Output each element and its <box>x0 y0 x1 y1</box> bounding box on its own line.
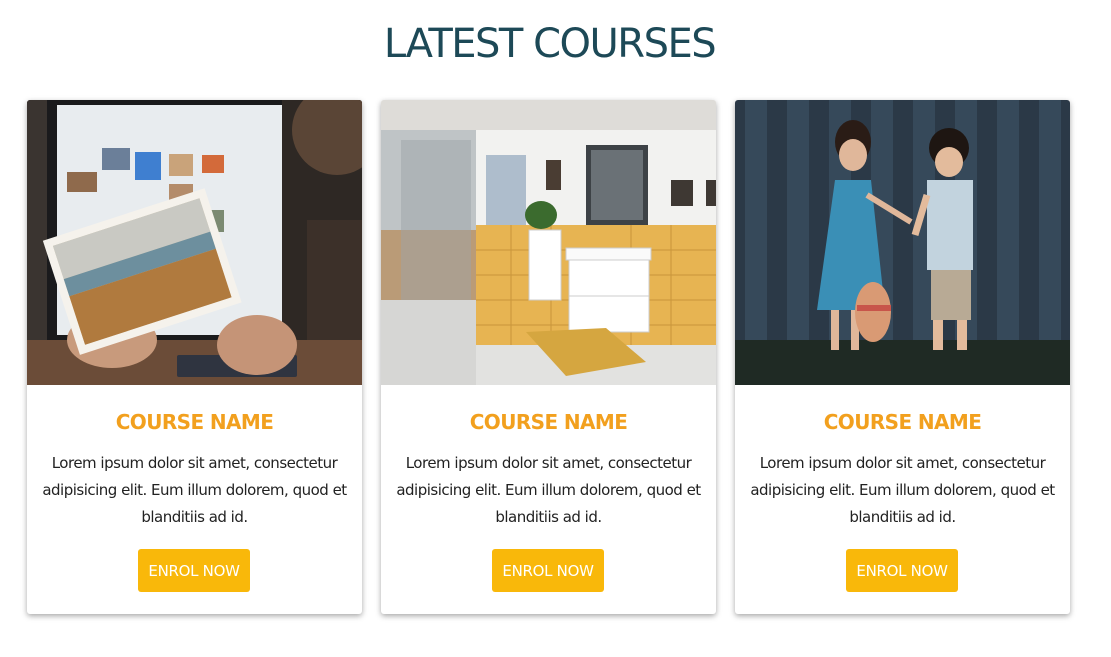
course-image-children[interactable] <box>735 100 1070 385</box>
course-description: Lorem ipsum dolor sit amet, consectetur … <box>396 454 701 526</box>
course-image-art <box>381 100 716 385</box>
course-image-bathroom[interactable] <box>381 100 716 385</box>
course-card: COURSE NAME Lorem ipsum dolor sit amet, … <box>735 100 1070 614</box>
course-image-art <box>27 100 362 385</box>
course-title: COURSE NAME <box>469 410 628 434</box>
course-description: Lorem ipsum dolor sit amet, consectetur … <box>42 454 347 526</box>
course-description: Lorem ipsum dolor sit amet, consectetur … <box>750 454 1055 526</box>
enrol-now-button[interactable]: ENROL NOW <box>492 549 604 592</box>
courses-page: LATEST COURSES COURSE NAME Lorem ipsum d… <box>0 0 1111 657</box>
course-title: COURSE NAME <box>823 410 982 434</box>
enrol-now-button[interactable]: ENROL NOW <box>138 549 250 592</box>
course-image-photo-editing[interactable] <box>27 100 362 385</box>
course-title: COURSE NAME <box>115 410 274 434</box>
course-card: COURSE NAME Lorem ipsum dolor sit amet, … <box>27 100 362 614</box>
enrol-now-button[interactable]: ENROL NOW <box>846 549 958 592</box>
course-image-art <box>735 100 1070 385</box>
section-title: LATEST COURSES <box>383 21 717 67</box>
course-card: COURSE NAME Lorem ipsum dolor sit amet, … <box>381 100 716 614</box>
